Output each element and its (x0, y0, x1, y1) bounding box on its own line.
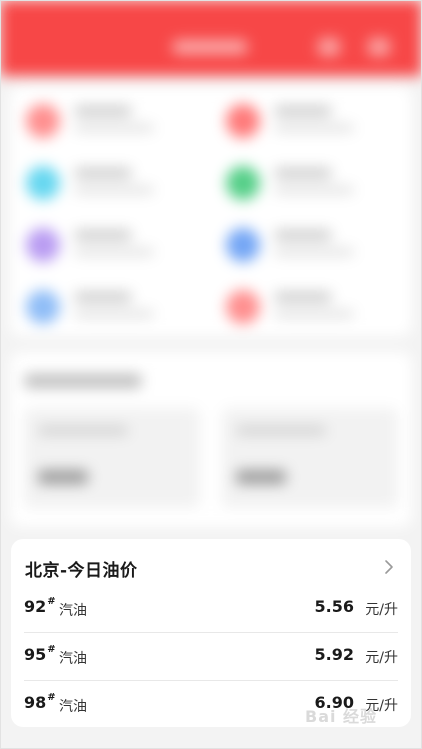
fuel-type: 汽油 (59, 699, 87, 715)
fuel-grade: 92# (24, 595, 56, 616)
service-item[interactable] (210, 156, 390, 206)
service-icon (26, 228, 60, 262)
fuel-price: 5.92 (314, 645, 354, 664)
app-header (0, 0, 422, 76)
service-icon (226, 228, 260, 262)
service-item[interactable] (210, 218, 390, 268)
service-item[interactable] (10, 280, 190, 330)
service-item[interactable] (10, 156, 190, 206)
watermark: Bai 经验 (305, 707, 378, 726)
fuel-type: 汽油 (59, 651, 87, 667)
service-item[interactable] (10, 94, 190, 144)
service-icon (226, 166, 260, 200)
price-unit: 元/升 (365, 650, 398, 666)
fuel-grade: 98# (24, 691, 56, 712)
section-heading-blurred (24, 374, 142, 388)
service-item[interactable] (10, 218, 190, 268)
price-unit: 元/升 (365, 602, 398, 618)
blurred-card[interactable] (222, 408, 398, 508)
price-row-95: 95# 汽油 5.92 元/升 (24, 633, 398, 681)
chevron-right-icon[interactable] (383, 559, 395, 575)
service-icon (26, 104, 60, 138)
service-item[interactable] (210, 280, 390, 330)
service-icon (226, 104, 260, 138)
fuel-type: 汽油 (59, 603, 87, 619)
price-row-92: 92# 汽油 5.56 元/升 (24, 585, 398, 633)
blurred-section (10, 352, 412, 527)
service-item[interactable] (210, 94, 390, 144)
fuel-price: 5.56 (314, 597, 354, 616)
header-more-icon[interactable] (368, 38, 390, 56)
fuel-grade: 95# (24, 643, 56, 664)
header-action-icon[interactable] (318, 38, 340, 56)
blurred-card[interactable] (24, 408, 200, 508)
service-grid (10, 86, 412, 336)
status-bar (0, 0, 422, 22)
blurred-background (0, 0, 422, 535)
oil-price-title[interactable]: 北京-今日油价 (25, 556, 138, 581)
service-icon (26, 290, 60, 324)
service-icon (226, 290, 260, 324)
oil-price-card: 北京-今日油价 92# 汽油 5.56 元/升 95# 汽油 5.92 元/升 … (11, 539, 411, 727)
service-icon (26, 166, 60, 200)
header-title-blurred (172, 40, 248, 54)
